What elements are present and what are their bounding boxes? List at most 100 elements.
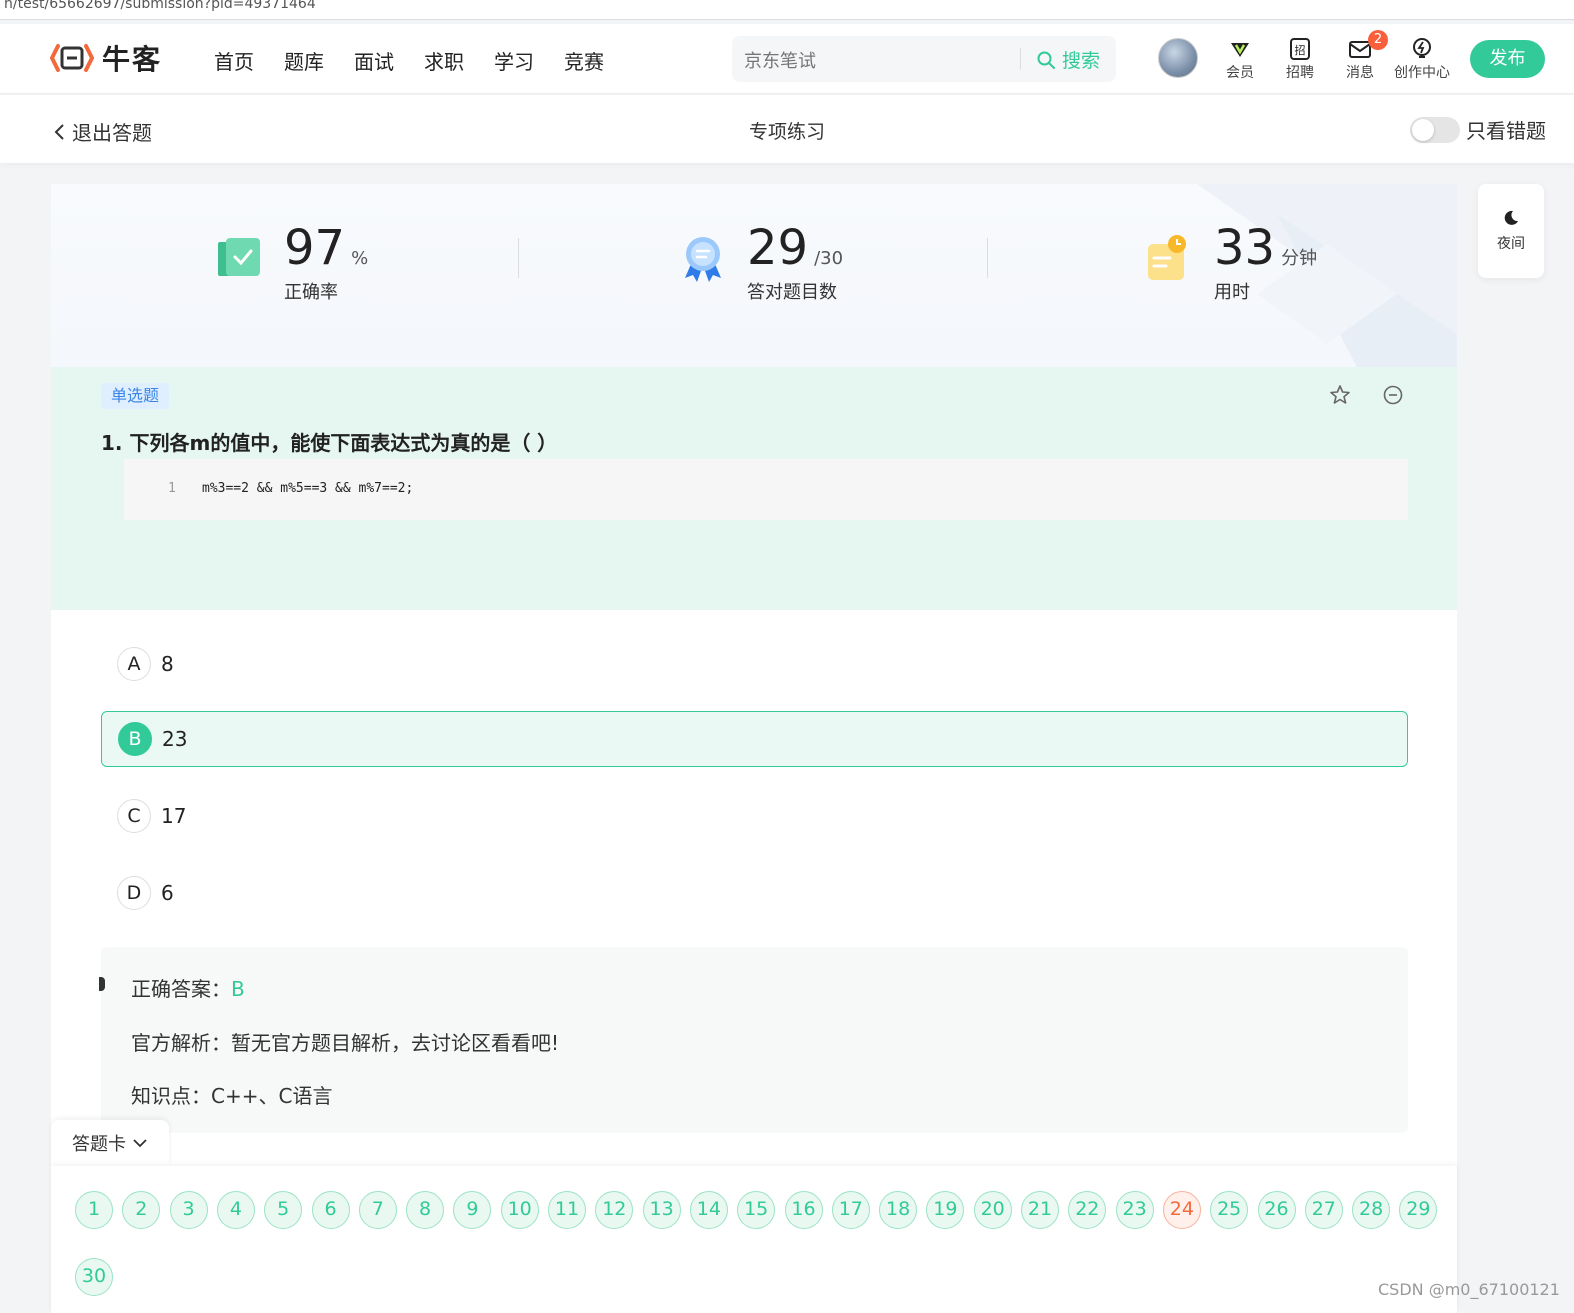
answer-card-toggle[interactable]: 答题卡 (51, 1120, 169, 1166)
accuracy-label: 正确率 (284, 282, 338, 303)
vip-icon (1231, 43, 1249, 57)
official-analysis: 官方解析：暂无官方题目解析，去讨论区看看吧! (131, 1031, 560, 1055)
answer-card-label: 答题卡 (72, 1134, 126, 1155)
question-number-29[interactable]: 29 (1399, 1191, 1438, 1229)
question-number-18[interactable]: 18 (879, 1191, 918, 1229)
correct-answer-label: 正确答案： (131, 977, 231, 1001)
option-letter: B (118, 722, 152, 756)
timer-icon (1148, 235, 1186, 280)
correct-answer-value: B (231, 977, 245, 1001)
option-letter: D (117, 876, 151, 910)
question-number-7[interactable]: 7 (358, 1191, 397, 1229)
question-number-8[interactable]: 8 (406, 1191, 445, 1229)
time-unit: 分钟 (1281, 248, 1318, 269)
sub-header: 退出答题 专项练习 只看错题 (0, 95, 1574, 163)
address-bar[interactable]: n/test/65662697/submission?pid=49371464 (0, 0, 1574, 20)
question-number-27[interactable]: 27 (1304, 1191, 1343, 1229)
question-number-16[interactable]: 16 (784, 1191, 823, 1229)
message-label: 消息 (1346, 65, 1374, 81)
chevron-down-icon (133, 1139, 147, 1148)
accuracy-value: 97 (284, 220, 346, 276)
question-number-30[interactable]: 30 (75, 1258, 113, 1296)
stats-banner: 97% 正确率 29/30 答对题目数 33 分钟 用时 (51, 184, 1457, 367)
option-text: 23 (162, 727, 188, 751)
wrong-only-toggle[interactable] (1410, 116, 1460, 143)
option-d[interactable]: D 6 (101, 865, 1408, 921)
question-number-9[interactable]: 9 (453, 1191, 492, 1229)
time-label: 用时 (1214, 282, 1250, 303)
question-number-1[interactable]: 1 (75, 1191, 113, 1229)
code-block: 1 m%3==2 && m%5==3 && m%7==2; (124, 459, 1408, 520)
stat-time: 33 分钟 用时 (1144, 220, 1317, 304)
logo[interactable]: 牛客 (49, 38, 163, 78)
time-value: 33 (1214, 220, 1276, 276)
question-number-13[interactable]: 13 (642, 1191, 681, 1229)
option-a[interactable]: A 8 (101, 636, 1408, 692)
svg-text:招: 招 (1295, 43, 1306, 57)
search-button[interactable]: 搜索 (1036, 46, 1100, 73)
answer-card-grid: 1 2 3 4 5 6 7 8 9 10 11 12 13 14 15 16 17 18 19 20 21 22 23 24 2… (51, 1166, 1457, 1313)
answer-card: 答题卡 1 2 3 4 5 6 7 8 9 10 11 12 13 14 15 16 17 18 19 20 21 22 2… (51, 1120, 1457, 1313)
question-number-17[interactable]: 17 (831, 1191, 870, 1229)
night-mode-button[interactable]: 夜间 (1478, 184, 1544, 278)
question-number-26[interactable]: 26 (1257, 1191, 1296, 1229)
vip-button[interactable]: 会员 (1226, 36, 1254, 82)
stat-accuracy: 97% 正确率 (214, 220, 368, 304)
question-number-14[interactable]: 14 (689, 1191, 728, 1229)
menu-item-question-bank[interactable]: 题库 (284, 46, 324, 75)
publish-button[interactable]: 发布 (1470, 40, 1545, 78)
main-menu: 首页 题库 面试 求职 学习 竞赛 (214, 46, 604, 75)
question-number-15[interactable]: 15 (737, 1191, 776, 1229)
star-icon[interactable] (1328, 383, 1352, 407)
page-title: 专项练习 (748, 121, 825, 143)
option-text: 17 (161, 804, 187, 828)
question-number-19[interactable]: 19 (926, 1191, 965, 1229)
menu-item-contest[interactable]: 竞赛 (564, 46, 604, 75)
stat-divider (518, 238, 519, 278)
creator-label: 创作中心 (1394, 65, 1450, 81)
option-c[interactable]: C 17 (101, 788, 1408, 844)
accuracy-unit: % (351, 248, 369, 269)
question-number-12[interactable]: 12 (595, 1191, 634, 1229)
question-number-24[interactable]: 24 (1162, 1191, 1201, 1229)
menu-item-study[interactable]: 学习 (494, 46, 534, 75)
menu-item-interview[interactable]: 面试 (354, 46, 394, 75)
recruit-button[interactable]: 招 招聘 (1286, 36, 1314, 82)
recruit-icon: 招 (1290, 38, 1310, 60)
message-button[interactable]: 2 消息 (1346, 30, 1388, 82)
recruit-label: 招聘 (1286, 65, 1314, 81)
creator-button[interactable]: 创作中心 (1394, 36, 1450, 82)
code-line-number: 1 (168, 481, 176, 496)
question-number-5[interactable]: 5 (264, 1191, 303, 1229)
minus-circle-icon[interactable] (1381, 383, 1405, 407)
logo-icon (49, 40, 95, 76)
question-number-25[interactable]: 25 (1210, 1191, 1249, 1229)
question-number-3[interactable]: 3 (169, 1191, 208, 1229)
question-number-20[interactable]: 20 (973, 1191, 1012, 1229)
question-number-2[interactable]: 2 (122, 1191, 161, 1229)
question-number-21[interactable]: 21 (1021, 1191, 1059, 1229)
question-number-10[interactable]: 10 (500, 1191, 539, 1229)
avatar[interactable] (1158, 38, 1198, 78)
menu-item-jobs[interactable]: 求职 (424, 46, 464, 75)
option-b[interactable]: B 23 (101, 711, 1408, 767)
code-text: m%3==2 && m%5==3 && m%7==2; (202, 481, 414, 496)
question-number-22[interactable]: 22 (1068, 1191, 1107, 1229)
question-number-6[interactable]: 6 (311, 1191, 350, 1229)
search-button-label: 搜索 (1062, 50, 1101, 72)
search-input[interactable] (744, 46, 1014, 76)
toggle-knob (1412, 118, 1434, 141)
logo-text: 牛客 (102, 43, 163, 76)
knowledge-points: 知识点：C++、C语言 (131, 1084, 333, 1108)
stat-accuracy-text: 97% 正确率 (284, 220, 368, 304)
question-number-23[interactable]: 23 (1115, 1191, 1154, 1229)
menu-item-home[interactable]: 首页 (214, 46, 254, 75)
question-number-4[interactable]: 4 (216, 1191, 255, 1229)
option-letter: C (117, 799, 151, 833)
wrong-only-toggle-group: 只看错题 (1410, 115, 1546, 144)
question-number-11[interactable]: 11 (548, 1191, 586, 1229)
question-number-28[interactable]: 28 (1352, 1191, 1391, 1229)
stat-divider (987, 238, 988, 278)
moon-icon (1504, 210, 1518, 225)
stat-correct-count: 29/30 答对题目数 (677, 220, 843, 304)
